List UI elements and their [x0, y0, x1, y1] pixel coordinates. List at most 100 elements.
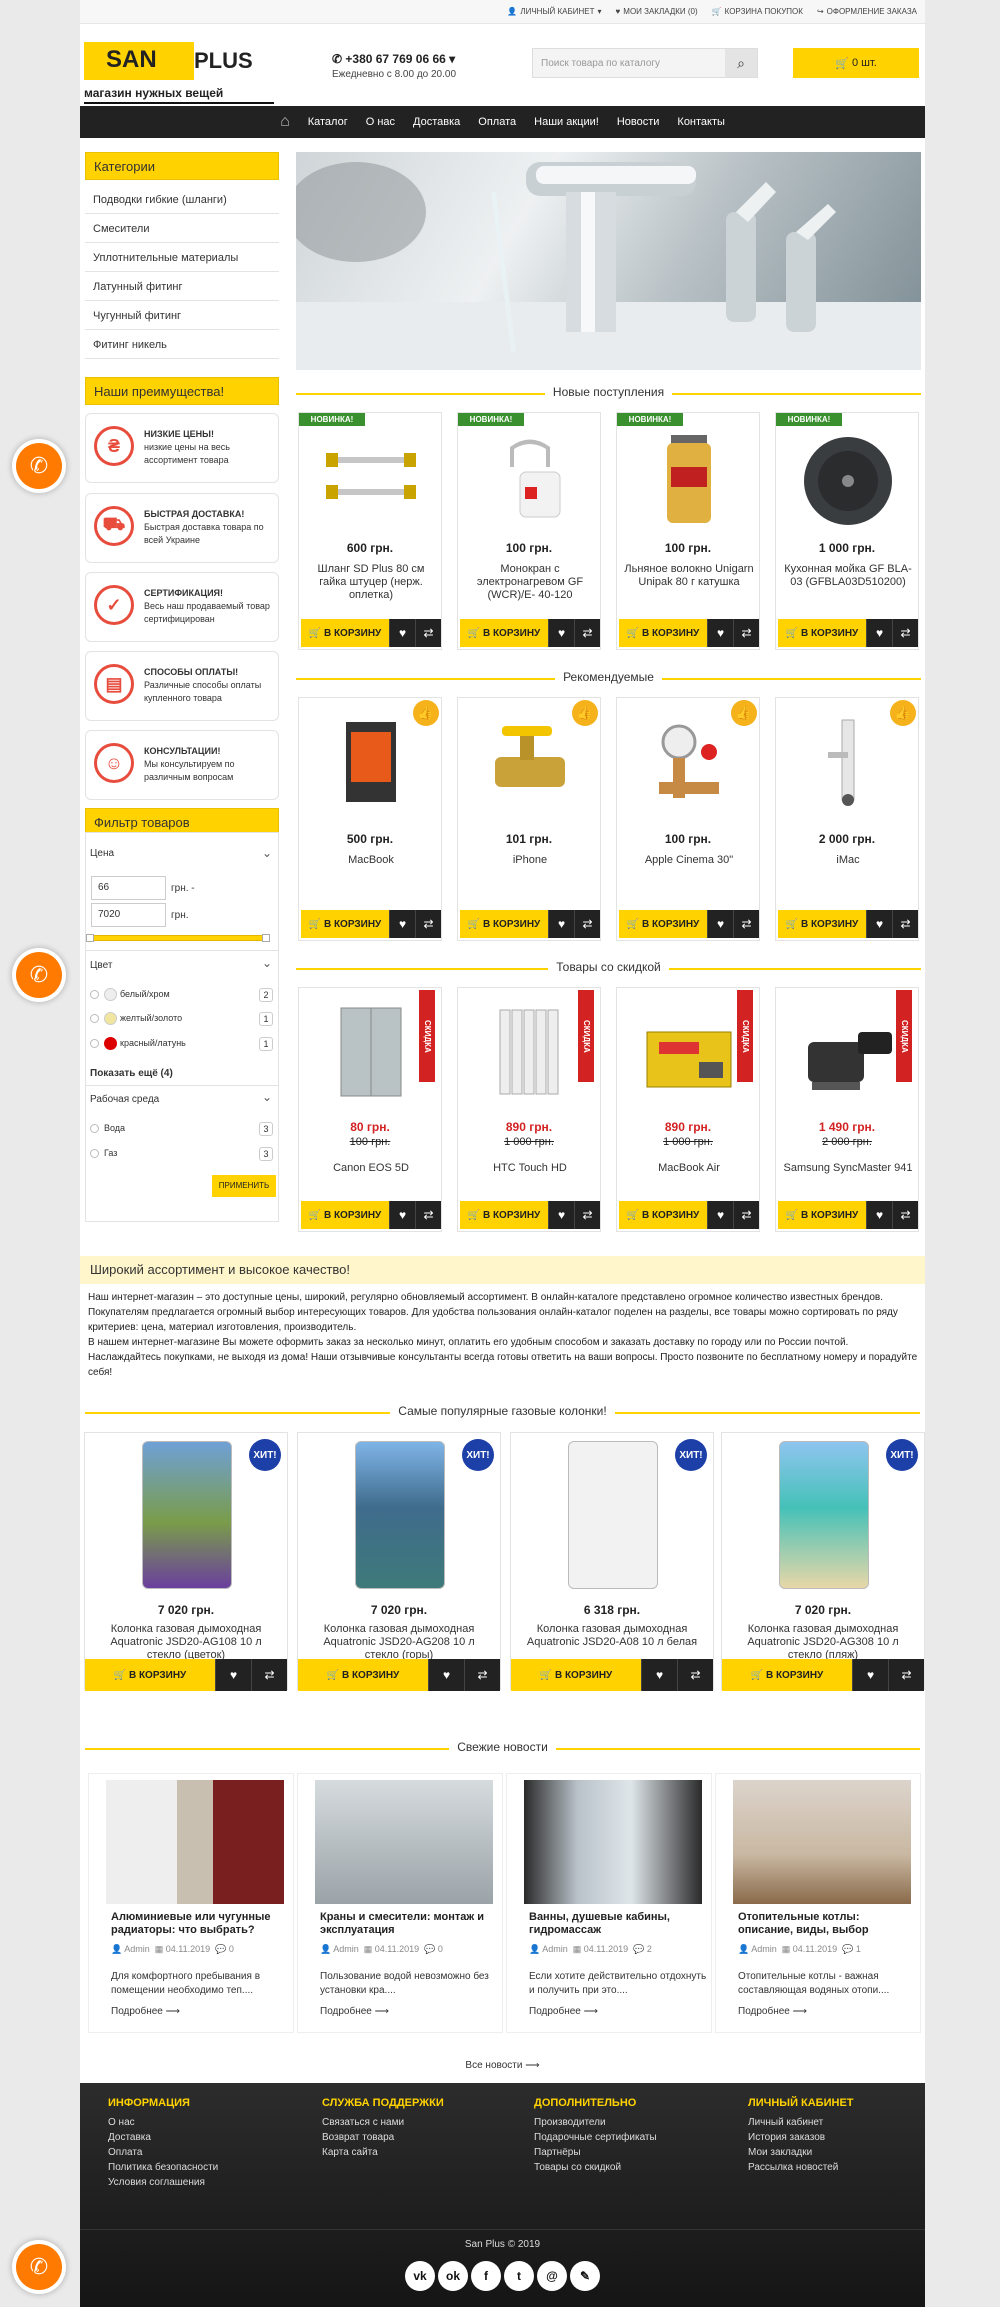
product-name[interactable]: Колонка газовая дымоходная Aquatronic JS…	[519, 1623, 705, 1649]
filter-medium-label[interactable]: Рабочая среда	[90, 1094, 276, 1105]
add-to-cart-button[interactable]: 🛒 В КОРЗИНУ	[778, 910, 866, 938]
facebook-icon[interactable]: f	[471, 2261, 501, 2291]
compare-icon[interactable]: ⇄	[415, 1201, 441, 1229]
footer-link[interactable]: Оплата	[108, 2145, 308, 2160]
product-name[interactable]: Шланг SD Plus 80 см гайка штуцер (нерж. …	[305, 563, 437, 602]
compare-icon[interactable]: ⇄	[464, 1659, 500, 1691]
hero-banner[interactable]	[296, 152, 921, 370]
compare-icon[interactable]: ⇄	[677, 1659, 713, 1691]
product-card[interactable]: СКИДКА 890 грн. 1 000 грн. HTC Touch HD …	[457, 987, 601, 1232]
radio-button[interactable]	[90, 1124, 99, 1133]
add-to-cart-button[interactable]: 🛒 В КОРЗИНУ	[298, 1659, 428, 1691]
wishlist-heart-icon[interactable]: ♥	[852, 1659, 888, 1691]
product-card[interactable]: 👍 2 000 грн. iMac 🛒 В КОРЗИНУ ♥ ⇄	[775, 697, 919, 941]
medium-option-gas[interactable]: Газ 3	[90, 1147, 275, 1161]
phone-call-icon[interactable]: ✆	[16, 443, 62, 489]
footer-link[interactable]: Карта сайта	[322, 2145, 522, 2160]
product-name[interactable]: Кухонная мойка GF BLA-03 (GFBLA03D510200…	[782, 563, 914, 589]
product-card[interactable]: ХИТ! 7 020 грн. Колонка газовая дымоходн…	[297, 1432, 501, 1691]
wishlist-heart-icon[interactable]: ♥	[548, 1201, 574, 1229]
product-name[interactable]: Колонка газовая дымоходная Aquatronic JS…	[93, 1623, 279, 1662]
footer-link[interactable]: Подарочные сертификаты	[534, 2130, 734, 2145]
add-to-cart-button[interactable]: 🛒 В КОРЗИНУ	[619, 619, 707, 647]
news-card[interactable]: Краны и смесители: монтаж и эксплуатация…	[297, 1773, 503, 2033]
radio-button[interactable]	[90, 1014, 99, 1023]
wishlist-heart-icon[interactable]: ♥	[707, 619, 733, 647]
wishlist-heart-icon[interactable]: ♥	[389, 619, 415, 647]
wishlist-heart-icon[interactable]: ♥	[548, 910, 574, 938]
compare-icon[interactable]: ⇄	[415, 619, 441, 647]
compare-icon[interactable]: ⇄	[733, 1201, 759, 1229]
product-name[interactable]: HTC Touch HD	[464, 1162, 596, 1175]
footer-link[interactable]: История заказов	[748, 2130, 948, 2145]
product-card[interactable]: ХИТ! 7 020 грн. Колонка газовая дымоходн…	[721, 1432, 925, 1691]
slider-handle-min[interactable]	[86, 934, 94, 942]
search-box[interactable]: Поиск товара по каталогу ⌕	[532, 48, 758, 78]
compare-icon[interactable]: ⇄	[892, 910, 918, 938]
product-card[interactable]: НОВИНКА! 100 грн. Льняное волокно Unigar…	[616, 412, 760, 650]
sidebar-item-sealing[interactable]: Уплотнительные материалы	[85, 244, 279, 272]
color-option-white[interactable]: белый/хром 2	[90, 988, 275, 1002]
wishlist-heart-icon[interactable]: ♥	[548, 619, 574, 647]
price-max-input[interactable]: 7020	[91, 903, 166, 927]
add-to-cart-button[interactable]: 🛒 В КОРЗИНУ	[778, 619, 866, 647]
sidebar-item-brass-fitting[interactable]: Латунный фитинг	[85, 273, 279, 301]
footer-link[interactable]: Производители	[534, 2115, 734, 2130]
add-to-cart-button[interactable]: 🛒 В КОРЗИНУ	[301, 910, 389, 938]
product-name[interactable]: iPhone	[464, 854, 596, 867]
slider-handle-max[interactable]	[262, 934, 270, 942]
footer-link[interactable]: Доставка	[108, 2130, 308, 2145]
nav-item-catalog[interactable]: Каталог	[308, 116, 348, 128]
link-icon[interactable]: ✎	[570, 2261, 600, 2291]
wishlist-heart-icon[interactable]: ♥	[215, 1659, 251, 1691]
phone-call-icon[interactable]: ✆	[16, 952, 62, 998]
read-more-link[interactable]: Подробнее ⟶	[738, 2006, 807, 2017]
footer-link[interactable]: О нас	[108, 2115, 308, 2130]
product-name[interactable]: Samsung SyncMaster 941	[782, 1162, 914, 1175]
price-slider[interactable]	[90, 935, 266, 941]
wishlist-heart-icon[interactable]: ♥	[641, 1659, 677, 1691]
wishlist-heart-icon[interactable]: ♥	[389, 910, 415, 938]
footer-link[interactable]: Возврат товара	[322, 2130, 522, 2145]
product-card[interactable]: НОВИНКА! 1 000 грн. Кухонная мойка GF BL…	[775, 412, 919, 650]
wishlist-heart-icon[interactable]: ♥	[707, 1201, 733, 1229]
radio-button[interactable]	[90, 1149, 99, 1158]
home-icon[interactable]: ⌂	[280, 113, 290, 131]
footer-link[interactable]: Связаться с нами	[322, 2115, 522, 2130]
checkout-link[interactable]: ↪ ОФОРМЛЕНИЕ ЗАКАЗА	[817, 7, 917, 16]
sidebar-item-nickel-fitting[interactable]: Фитинг никель	[85, 331, 279, 359]
nav-item-promotions[interactable]: Наши акции!	[534, 116, 599, 128]
nav-item-contacts[interactable]: Контакты	[677, 116, 725, 128]
footer-link[interactable]: Личный кабинет	[748, 2115, 948, 2130]
medium-option-water[interactable]: Вода 3	[90, 1122, 275, 1136]
product-name[interactable]: iMac	[782, 854, 914, 867]
compare-icon[interactable]: ⇄	[574, 1201, 600, 1229]
read-more-link[interactable]: Подробнее ⟶	[111, 2006, 180, 2017]
product-card[interactable]: НОВИНКА! 100 грн. Монокран с электронагр…	[457, 412, 601, 650]
nav-item-about[interactable]: О нас	[366, 116, 395, 128]
footer-link[interactable]: Товары со скидкой	[534, 2160, 734, 2175]
twitter-icon[interactable]: t	[504, 2261, 534, 2291]
product-card[interactable]: 👍 101 грн. iPhone 🛒 В КОРЗИНУ ♥ ⇄	[457, 697, 601, 941]
color-option-red[interactable]: красный/латунь 1	[90, 1037, 275, 1051]
wishlist-heart-icon[interactable]: ♥	[866, 910, 892, 938]
product-name[interactable]: Canon EOS 5D	[305, 1162, 437, 1175]
compare-icon[interactable]: ⇄	[574, 910, 600, 938]
product-card[interactable]: СКИДКА 890 грн. 1 000 грн. MacBook Air 🛒…	[616, 987, 760, 1232]
add-to-cart-button[interactable]: 🛒 В КОРЗИНУ	[301, 619, 389, 647]
footer-link[interactable]: Партнёры	[534, 2145, 734, 2160]
compare-icon[interactable]: ⇄	[415, 910, 441, 938]
product-name[interactable]: MacBook Air	[623, 1162, 755, 1175]
bookmarks-link[interactable]: ♥ МОИ ЗАКЛАДКИ (0)	[616, 7, 698, 16]
news-card[interactable]: Отопительные котлы: описание, виды, выбо…	[715, 1773, 921, 2033]
add-to-cart-button[interactable]: 🛒 В КОРЗИНУ	[301, 1201, 389, 1229]
add-to-cart-button[interactable]: 🛒 В КОРЗИНУ	[460, 1201, 548, 1229]
product-name[interactable]: Колонка газовая дымоходная Aquatronic JS…	[306, 1623, 492, 1662]
news-title[interactable]: Алюминиевые или чугунные радиаторы: что …	[111, 1911, 289, 1937]
sidebar-item-iron-fitting[interactable]: Чугунный фитинг	[85, 302, 279, 330]
wishlist-heart-icon[interactable]: ♥	[389, 1201, 415, 1229]
add-to-cart-button[interactable]: 🛒 В КОРЗИНУ	[460, 619, 548, 647]
wishlist-heart-icon[interactable]: ♥	[428, 1659, 464, 1691]
news-card[interactable]: Ванны, душевые кабины, гидромассаж 👤 Adm…	[506, 1773, 712, 2033]
cart-link[interactable]: 🛒 КОРЗИНА ПОКУПОК	[712, 7, 803, 16]
